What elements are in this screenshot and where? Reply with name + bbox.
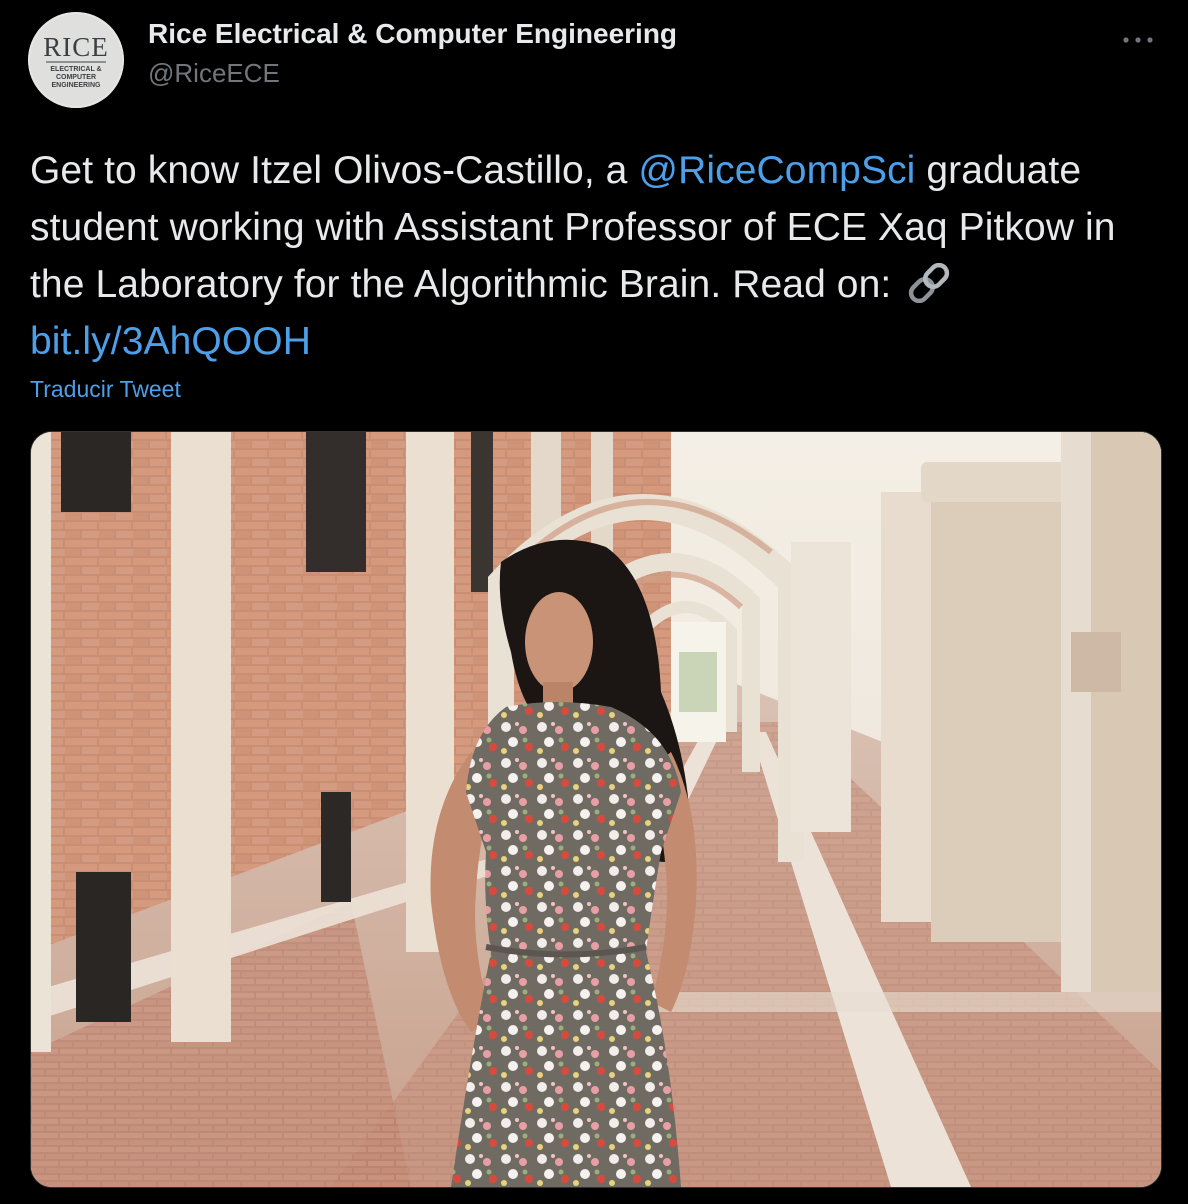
tweet-text: Get to know Itzel Olivos-Castillo, a @Ri… (30, 142, 1160, 370)
photo-icon (31, 432, 1161, 1187)
author-handle[interactable]: @RiceECE (148, 60, 677, 86)
tweet-photo[interactable] (30, 431, 1162, 1188)
logo-word: RICE (43, 32, 109, 62)
author-display-name[interactable]: Rice Electrical & Computer Engineering (148, 20, 677, 48)
more-options-button[interactable] (1118, 24, 1158, 56)
external-link[interactable]: bit.ly/3AhQOOH (30, 320, 311, 363)
logo-line-1: ELECTRICAL & (50, 66, 101, 73)
logo-line-3: ENGINEERING (51, 82, 101, 89)
author-info: Rice Electrical & Computer Engineering @… (148, 20, 677, 87)
tweet-text-part-1: Get to know Itzel Olivos-Castillo, a (30, 149, 639, 192)
author-avatar[interactable]: RICE ELECTRICAL & COMPUTER ENGINEERING (28, 12, 124, 108)
tweet: RICE ELECTRICAL & COMPUTER ENGINEERING R… (0, 0, 1188, 1204)
mention-link[interactable]: @RiceCompSci (638, 149, 915, 192)
ellipsis-icon (1123, 37, 1153, 43)
logo-line-2: COMPUTER (56, 74, 96, 81)
link-emoji-icon (904, 262, 954, 304)
translate-tweet-link[interactable]: Traducir Tweet (30, 376, 181, 403)
rice-logo-icon: RICE ELECTRICAL & COMPUTER ENGINEERING (28, 12, 124, 108)
